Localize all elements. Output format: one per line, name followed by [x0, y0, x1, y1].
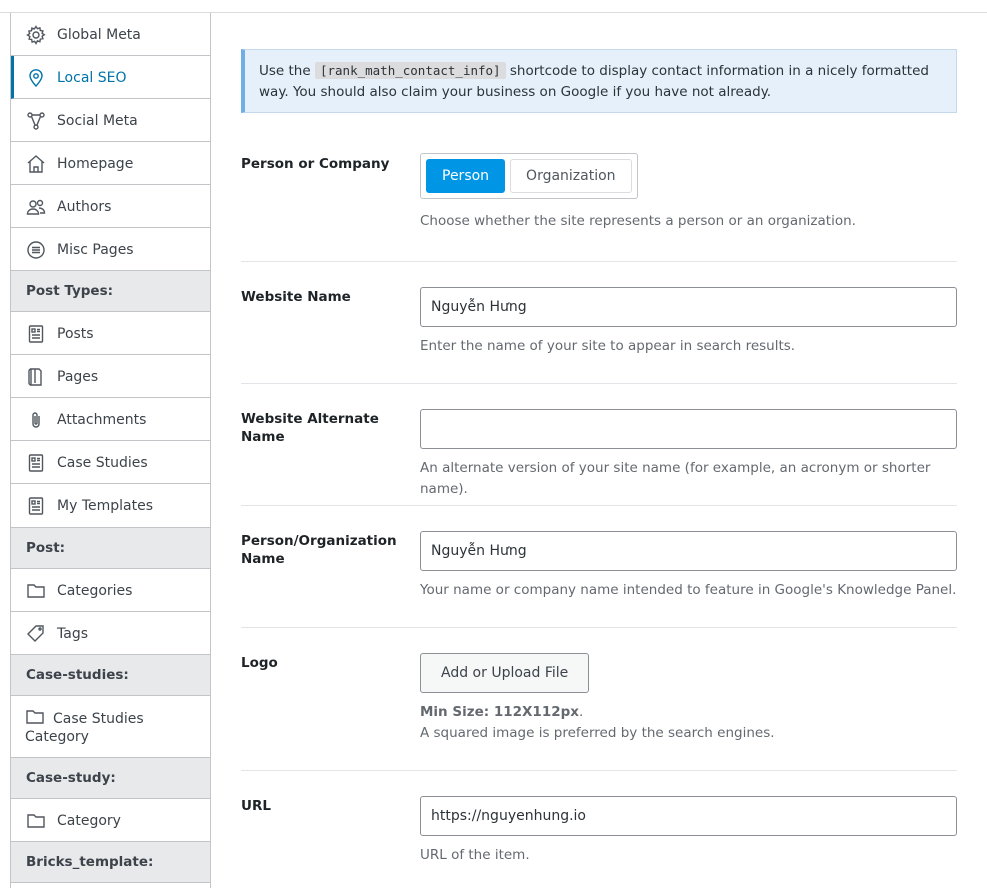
- sidebar-item-authors[interactable]: Authors: [11, 185, 210, 228]
- field-label: Person/Organization Name: [241, 533, 397, 567]
- sidebar-item-label: Case Studies: [57, 455, 148, 471]
- url-input[interactable]: https://nguyenhung.io: [420, 796, 957, 836]
- sidebar-item-label: Misc Pages: [57, 242, 134, 258]
- logo-min-size: Min Size: 112X112px.: [420, 702, 957, 723]
- field-label: URL: [241, 798, 271, 814]
- document-icon: [25, 452, 47, 474]
- field-control: Add or Upload File Min Size: 112X112px. …: [420, 653, 957, 744]
- section-header-post: Post:: [11, 528, 210, 569]
- sidebar-item-homepage[interactable]: Homepage: [11, 142, 210, 185]
- field-label: Website Name: [241, 289, 351, 305]
- sidebar-item-label: Attachments: [57, 412, 147, 428]
- field-label: Website Alternate Name: [241, 411, 379, 445]
- sidebar-item-case-studies[interactable]: Case Studies: [11, 441, 210, 484]
- upload-file-button[interactable]: Add or Upload File: [420, 653, 590, 693]
- sidebar-item-tags[interactable]: Tags: [11, 612, 210, 655]
- sidebar-item-label: Homepage: [57, 156, 134, 172]
- sidebar-item-label: Tags: [57, 626, 88, 642]
- section-header-post-types: Post Types:: [11, 271, 210, 312]
- sidebar-item-label: Pages: [57, 369, 99, 385]
- field-control: https://nguyenhung.io URL of the item.: [420, 796, 957, 866]
- sidebar-item-label: Category: [57, 813, 121, 829]
- field-row-website-name: Website Name Nguyễn Hưng Enter the name …: [241, 262, 957, 384]
- field-control: Nguyễn Hưng Your name or company name in…: [420, 531, 957, 601]
- settings-main: Use the [rank_math_contact_info] shortco…: [211, 13, 987, 888]
- field-control: Nguyễn Hưng Enter the name of your site …: [420, 287, 957, 357]
- tag-icon: [25, 623, 47, 645]
- website-alt-name-input[interactable]: [420, 409, 957, 449]
- section-header-case-study: Case-study:: [11, 758, 210, 799]
- org-name-input[interactable]: Nguyễn Hưng: [420, 531, 957, 571]
- users-icon: [25, 196, 47, 218]
- option-organization[interactable]: Organization: [510, 159, 632, 193]
- sidebar-item-local-seo[interactable]: Local SEO: [11, 56, 210, 99]
- field-control: Person Organization Choose whether the s…: [420, 153, 957, 232]
- sidebar-item-label: Global Meta: [57, 27, 141, 43]
- sidebar-item-label: My Templates: [57, 498, 153, 514]
- gear-icon: [25, 24, 47, 46]
- field-label: Logo: [241, 655, 278, 671]
- person-company-toggle: Person Organization: [420, 153, 638, 199]
- min-size-suffix: .: [578, 704, 584, 720]
- settings-sidebar: Global Meta Local SEO Social Meta Homepa…: [10, 13, 211, 888]
- field-description: Your name or company name intended to fe…: [420, 582, 957, 598]
- document-icon: [25, 495, 47, 517]
- top-bar: [0, 0, 987, 13]
- paperclip-icon: [25, 409, 47, 431]
- shortcode: [rank_math_contact_info]: [314, 62, 506, 79]
- sidebar-item-global-meta[interactable]: Global Meta: [11, 13, 210, 56]
- sidebar-item-label: Case Studies Category: [25, 709, 195, 746]
- folder-icon: [25, 707, 47, 727]
- sidebar-item-label: Social Meta: [57, 113, 138, 129]
- field-description: An alternate version of your site name (…: [420, 460, 931, 497]
- field-description: A squared image is preferred by the sear…: [420, 725, 775, 741]
- sidebar-item-social-meta[interactable]: Social Meta: [11, 99, 210, 142]
- sidebar-item-misc-pages[interactable]: Misc Pages: [11, 228, 210, 271]
- min-size-text: Min Size: 112X112px: [420, 704, 579, 720]
- section-header-bricks-template: Bricks_template:: [11, 842, 210, 883]
- sidebar-item-my-templates[interactable]: My Templates: [11, 484, 210, 528]
- share-network-icon: [25, 110, 47, 132]
- folder-icon: [25, 580, 47, 602]
- page-icon: [25, 366, 47, 388]
- home-icon: [25, 153, 47, 175]
- document-icon: [25, 323, 47, 345]
- field-row-website-alt-name: Website Alternate Name An alternate vers…: [241, 384, 957, 506]
- field-row-person-company: Person or Company Person Organization Ch…: [241, 153, 957, 262]
- sidebar-item-label: Authors: [57, 199, 112, 215]
- folder-icon: [25, 810, 47, 832]
- option-person[interactable]: Person: [426, 159, 506, 193]
- sidebar-item-category[interactable]: Category: [11, 799, 210, 842]
- section-header-case-studies: Case-studies:: [11, 655, 210, 696]
- sidebar-item-pages[interactable]: Pages: [11, 355, 210, 398]
- sidebar-item-label: Categories: [57, 583, 133, 599]
- sidebar-item-attachments[interactable]: Attachments: [11, 398, 210, 441]
- field-row-org-name: Person/Organization Name Nguyễn Hưng You…: [241, 506, 957, 628]
- field-description: Enter the name of your site to appear in…: [420, 338, 796, 354]
- sidebar-item-label: Posts: [57, 326, 94, 342]
- info-notice: Use the [rank_math_contact_info] shortco…: [241, 49, 957, 113]
- field-label: Person or Company: [241, 156, 390, 172]
- field-description: URL of the item.: [420, 847, 530, 863]
- notice-prefix: Use the: [259, 63, 311, 79]
- field-row-url: URL https://nguyenhung.io URL of the ite…: [241, 771, 957, 888]
- sidebar-item-case-studies-category[interactable]: Case Studies Category: [11, 696, 210, 758]
- list-circle-icon: [25, 239, 47, 261]
- website-name-input[interactable]: Nguyễn Hưng: [420, 287, 957, 327]
- sidebar-item-label: Local SEO: [57, 70, 127, 86]
- location-pin-icon: [25, 67, 47, 89]
- field-row-logo: Logo Add or Upload File Min Size: 112X11…: [241, 628, 957, 771]
- field-description: Choose whether the site represents a per…: [420, 213, 856, 229]
- field-control: An alternate version of your site name (…: [420, 409, 957, 500]
- sidebar-item-posts[interactable]: Posts: [11, 312, 210, 355]
- sidebar-item-categories[interactable]: Categories: [11, 569, 210, 612]
